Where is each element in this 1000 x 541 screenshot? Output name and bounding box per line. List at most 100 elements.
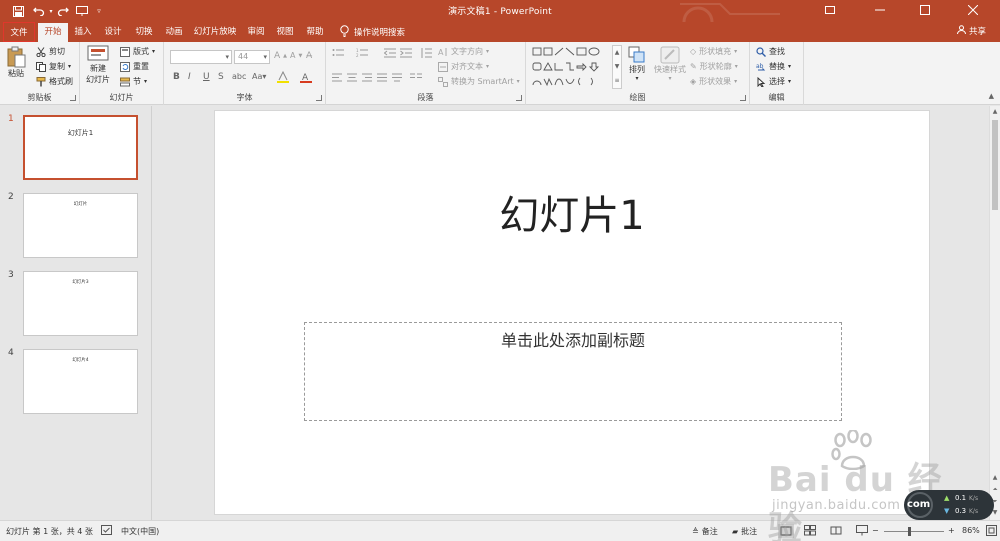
fit-slide-icon[interactable] (986, 525, 997, 538)
tab-help[interactable]: 帮助 (302, 22, 328, 42)
find-button[interactable]: 查找 (756, 46, 785, 57)
columns-icon[interactable] (410, 73, 422, 82)
tab-view[interactable]: 视图 (272, 22, 298, 42)
scroll-up-icon[interactable]: ▲ (990, 108, 1000, 115)
tab-file[interactable]: 文件 (3, 22, 35, 42)
language-status[interactable]: 中文(中国) (121, 526, 159, 537)
slide-thumbnail-4[interactable]: 幻灯片4 (23, 349, 138, 414)
shape-outline-icon: ✎ (690, 62, 697, 71)
strikethrough-button[interactable]: S (218, 72, 224, 82)
collapse-ribbon-icon[interactable]: ▲ (989, 92, 994, 100)
format-painter-button[interactable]: 格式刷 (36, 76, 73, 87)
comments-label: 批注 (741, 527, 758, 536)
text-direction-button[interactable]: A 文字方向 ▾ (438, 46, 489, 57)
tab-animations[interactable]: 动画 (161, 22, 187, 42)
tab-design[interactable]: 设计 (100, 22, 126, 42)
bullets-icon[interactable] (332, 48, 350, 58)
subtitle-placeholder[interactable]: 单击此处添加副标题 (304, 322, 842, 421)
reset-button[interactable]: 重置 (120, 61, 149, 72)
text-direction-icon: A (438, 47, 447, 57)
decrease-indent-icon[interactable] (384, 48, 396, 58)
line-spacing-icon[interactable] (420, 48, 432, 58)
arrange-label: 排列 (629, 65, 645, 74)
character-spacing-icon[interactable]: abc (232, 72, 246, 81)
increase-indent-icon[interactable] (400, 48, 412, 58)
highlight-color-icon[interactable] (277, 71, 289, 83)
notes-button[interactable]: ≜ 备注 (692, 526, 718, 537)
shape-effects-icon: ◈ (690, 77, 697, 86)
drawing-launcher-icon[interactable] (740, 95, 746, 101)
clear-formatting-icon[interactable]: A̶ (306, 51, 312, 61)
clipboard-launcher-icon[interactable] (70, 95, 76, 101)
align-text-dropdown-icon: ▾ (486, 63, 490, 70)
paste-button[interactable]: 粘贴 (6, 46, 26, 79)
minimize-icon[interactable] (870, 2, 890, 18)
slide-thumbnail-3[interactable]: 幻灯片3 (23, 271, 138, 336)
shapes-gallery-scroll[interactable]: ▲ ▼ ≡ (612, 45, 622, 89)
convert-smartart-button[interactable]: 转换为 SmartArt ▾ (438, 76, 520, 87)
font-launcher-icon[interactable] (316, 95, 322, 101)
scroll-up-icon[interactable]: ▲ (990, 474, 1000, 481)
scrollbar-thumb[interactable] (992, 120, 998, 210)
section-dropdown-icon: ▾ (144, 78, 148, 85)
italic-button[interactable]: I (188, 72, 191, 82)
slide-thumbnail-1[interactable]: 幻灯片1 (23, 115, 138, 180)
new-slide-label-1: 新建 (90, 64, 106, 73)
shape-effects-button[interactable]: ◈ 形状效果 ▾ (690, 76, 737, 87)
change-case-icon[interactable]: Aa▾ (252, 72, 266, 81)
bold-button[interactable]: B (173, 72, 180, 82)
font-name-combo[interactable]: ▾ (170, 50, 232, 64)
tab-home[interactable]: 开始 (38, 23, 68, 42)
shape-outline-button[interactable]: ✎ 形状轮廓 ▾ (690, 61, 738, 72)
network-speed-widget[interactable]: com ▲ 0.1 K/s ▼ 0.3 K/s (904, 490, 994, 520)
justify-icon[interactable] (377, 73, 387, 82)
paragraph-launcher-icon[interactable] (516, 95, 522, 101)
reset-label: 重置 (133, 62, 149, 71)
close-icon[interactable] (963, 2, 983, 18)
ribbon-display-options-icon[interactable] (820, 2, 840, 18)
tab-review[interactable]: 审阅 (243, 22, 269, 42)
new-slide-button[interactable]: 新建 幻灯片 (86, 45, 110, 85)
svg-text:2: 2 (356, 53, 359, 58)
decrease-font-size-button[interactable]: A ▼ (290, 51, 302, 60)
section-button[interactable]: 节 ▾ (120, 76, 147, 87)
layout-button[interactable]: 版式 ▾ (120, 46, 155, 57)
comments-button[interactable]: ▰ 批注 (732, 526, 757, 537)
cut-button[interactable]: 剪切 (36, 46, 65, 57)
spelling-check-icon[interactable] (101, 525, 112, 537)
tab-insert[interactable]: 插入 (70, 22, 96, 42)
shapes-gallery[interactable] (532, 46, 614, 88)
share-button[interactable]: 共享 (956, 25, 986, 37)
align-left-icon[interactable] (332, 73, 342, 82)
shape-fill-button[interactable]: ◇ 形状填充 ▾ (690, 46, 737, 57)
download-unit: K/s (969, 508, 979, 515)
align-right-icon[interactable] (362, 73, 372, 82)
zoom-level[interactable]: 86% (962, 526, 980, 535)
format-painter-label: 格式刷 (49, 77, 73, 86)
maximize-icon[interactable] (915, 2, 935, 18)
font-size-combo[interactable]: 44 ▾ (234, 50, 270, 64)
increase-font-size-button[interactable]: A ▲ (274, 51, 287, 61)
font-size-dropdown-icon: ▾ (263, 53, 267, 61)
distributed-icon[interactable] (392, 73, 402, 82)
quick-styles-dropdown-icon: ▾ (668, 75, 672, 82)
slide-title[interactable]: 幻灯片1 (215, 183, 929, 241)
tab-slideshow[interactable]: 幻灯片放映 (192, 22, 238, 42)
quick-styles-button[interactable]: 快速样式 ▾ (654, 46, 686, 82)
tell-me-search[interactable]: 操作说明搜索 (340, 24, 405, 40)
vertical-scrollbar[interactable]: ▲ ▲ ⏶ ⏷ ▼ (989, 106, 1000, 520)
badge-text: com (907, 499, 931, 510)
align-text-button[interactable]: 对齐文本 ▾ (438, 61, 489, 72)
tab-transitions[interactable]: 切换 (131, 22, 157, 42)
copy-button[interactable]: 复制 ▾ (36, 61, 71, 72)
replace-button[interactable]: ab 替换 ▾ (756, 61, 791, 72)
select-button[interactable]: 选择 ▾ (756, 76, 791, 87)
font-color-icon[interactable]: A (300, 71, 312, 83)
arrange-button[interactable]: 排列 ▾ (628, 46, 646, 82)
underline-button[interactable]: U (203, 72, 210, 82)
slide-thumbnail-2[interactable]: 幻灯片 (23, 193, 138, 258)
arrange-icon (628, 46, 645, 63)
align-center-icon[interactable] (347, 73, 357, 82)
numbering-icon[interactable]: 12 (356, 48, 374, 58)
previous-slide-icon[interactable]: ⏶ (990, 486, 1000, 494)
